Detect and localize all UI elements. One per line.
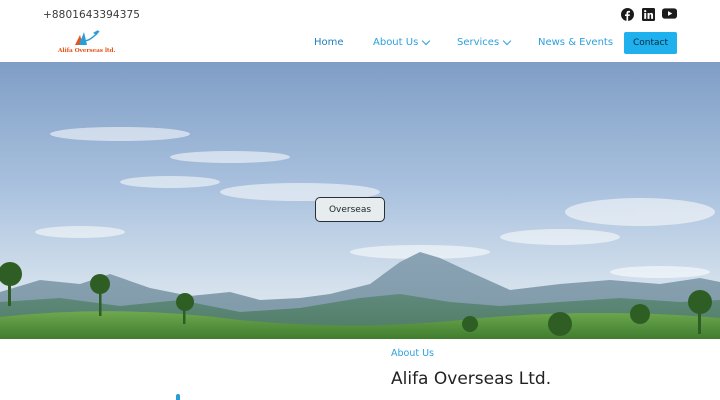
linkedin-icon	[642, 8, 655, 21]
facebook-icon	[621, 8, 634, 21]
nav-services-label: Services	[457, 37, 500, 48]
contact-button[interactable]: Contact	[624, 32, 677, 54]
about-us-label: About Us	[391, 348, 435, 359]
nav-services[interactable]: Services	[457, 36, 512, 48]
facebook-link[interactable]	[621, 8, 634, 21]
nav-home-label: Home	[314, 37, 344, 48]
site-logo[interactable]: Alifa Overseas ltd.	[58, 29, 116, 59]
nav-about-us[interactable]: About Us	[373, 36, 431, 48]
decorative-mark	[176, 394, 180, 400]
chevron-down-icon	[422, 36, 431, 46]
nav-about-us-label: About Us	[373, 37, 419, 48]
about-title: Alifa Overseas Ltd.	[391, 369, 552, 389]
nav-news-events[interactable]: News & Events	[538, 37, 613, 48]
hero-banner: Overseas	[0, 62, 720, 339]
youtube-link[interactable]	[662, 8, 677, 19]
nav-news-events-label: News & Events	[538, 37, 614, 48]
site-header: +8801643394375 Alifa Overseas ltd. Home …	[0, 0, 720, 63]
hero-overseas-button[interactable]: Overseas	[315, 197, 385, 222]
nav-home[interactable]: Home	[314, 37, 344, 48]
phone-number[interactable]: +8801643394375	[43, 9, 140, 21]
chevron-down-icon	[502, 36, 512, 46]
linkedin-link[interactable]	[642, 8, 655, 21]
youtube-icon	[662, 8, 677, 19]
logo-text: Alifa Overseas ltd.	[58, 48, 116, 54]
airplane-logo-icon	[75, 30, 100, 45]
